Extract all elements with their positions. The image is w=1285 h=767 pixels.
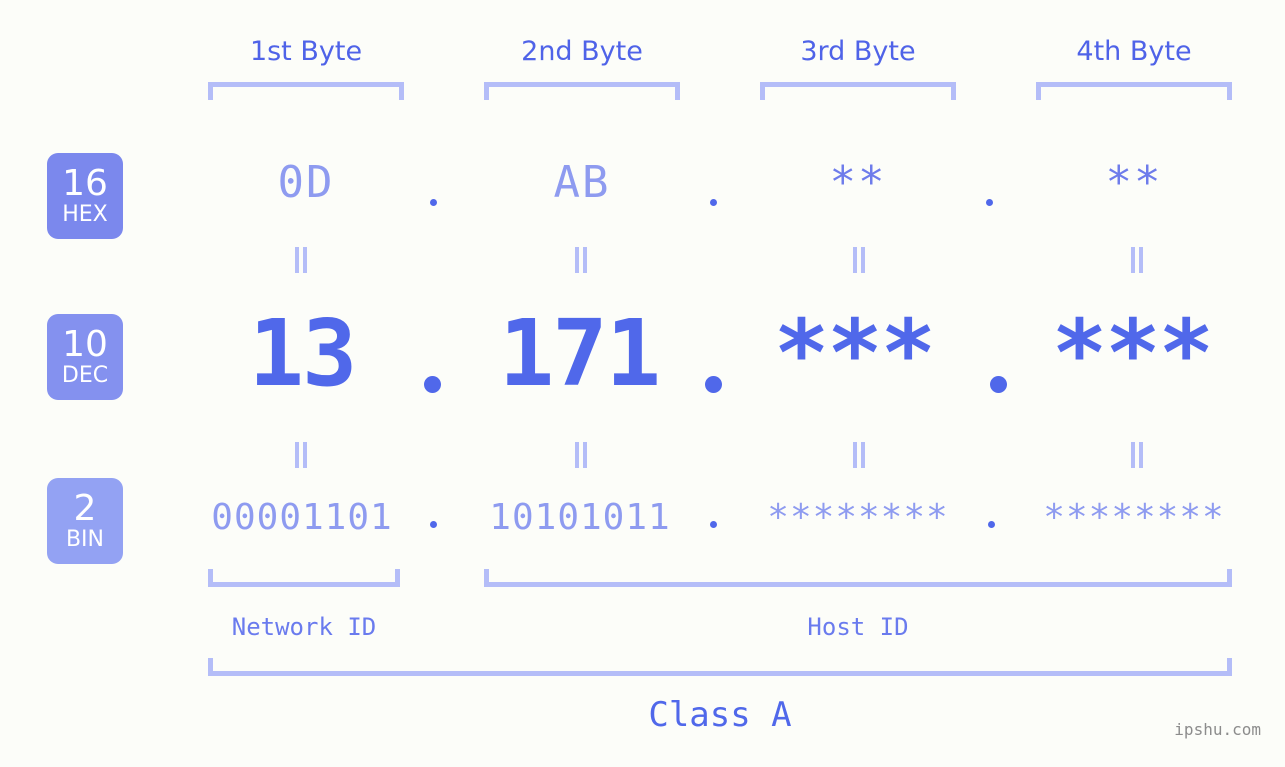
dec-octet-2: 171 bbox=[498, 300, 661, 407]
radix-badge-hex-number: 16 bbox=[62, 163, 108, 204]
host-id-label: Host ID bbox=[807, 613, 909, 641]
bin-separator-1 bbox=[430, 521, 437, 528]
equals-icon-dec-bin-2 bbox=[572, 442, 590, 468]
hex-separator-1 bbox=[430, 199, 437, 206]
bin-octet-4: ******** bbox=[1043, 497, 1225, 538]
byte-header-2: 2nd Byte bbox=[521, 36, 643, 67]
byte-bracket-1 bbox=[208, 82, 404, 100]
equals-icon-hex-dec-4 bbox=[1128, 247, 1146, 273]
radix-badge-dec: 10 DEC bbox=[47, 314, 123, 400]
byte-header-3: 3rd Byte bbox=[800, 36, 916, 67]
equals-icon-hex-dec-3 bbox=[850, 247, 868, 273]
ip-address-breakdown-diagram: 1st Byte 2nd Byte 3rd Byte 4th Byte 16 H… bbox=[0, 0, 1285, 767]
hex-octet-1: 0D bbox=[277, 157, 335, 208]
radix-badge-dec-number: 10 bbox=[62, 324, 108, 365]
host-id-bracket bbox=[484, 569, 1232, 587]
hex-octet-2: AB bbox=[553, 157, 611, 208]
dec-octet-4: *** bbox=[1051, 300, 1214, 407]
radix-badge-bin-number: 2 bbox=[73, 488, 97, 529]
class-bracket bbox=[208, 658, 1232, 676]
byte-bracket-3 bbox=[760, 82, 956, 100]
bin-separator-2 bbox=[710, 521, 717, 528]
bin-octet-1: 00001101 bbox=[211, 497, 393, 538]
equals-icon-dec-bin-4 bbox=[1128, 442, 1146, 468]
hex-separator-3 bbox=[986, 199, 993, 206]
hex-octet-4: ** bbox=[1105, 157, 1163, 208]
byte-header-1: 1st Byte bbox=[249, 36, 363, 67]
dec-octet-1: 13 bbox=[248, 300, 358, 407]
hex-octet-3: ** bbox=[829, 157, 887, 208]
radix-badge-dec-label: DEC bbox=[61, 363, 109, 388]
radix-badge-hex: 16 HEX bbox=[47, 153, 123, 239]
dec-separator-3 bbox=[990, 376, 1007, 393]
radix-badge-hex-label: HEX bbox=[62, 202, 108, 227]
class-label: Class A bbox=[648, 695, 792, 735]
byte-bracket-2 bbox=[484, 82, 680, 100]
byte-header-4: 4th Byte bbox=[1076, 36, 1192, 67]
dec-octet-3: *** bbox=[773, 300, 936, 407]
hex-separator-2 bbox=[710, 199, 717, 206]
equals-icon-hex-dec-1 bbox=[292, 247, 310, 273]
equals-icon-dec-bin-1 bbox=[292, 442, 310, 468]
watermark: ipshu.com bbox=[1174, 720, 1261, 739]
dec-separator-1 bbox=[424, 376, 441, 393]
network-id-bracket bbox=[208, 569, 400, 587]
bin-octet-3: ******** bbox=[767, 497, 949, 538]
bin-octet-2: 10101011 bbox=[489, 497, 671, 538]
equals-icon-dec-bin-3 bbox=[850, 442, 868, 468]
bin-separator-3 bbox=[988, 521, 995, 528]
network-id-label: Network ID bbox=[231, 613, 377, 641]
equals-icon-hex-dec-2 bbox=[572, 247, 590, 273]
radix-badge-bin: 2 BIN bbox=[47, 478, 123, 564]
byte-bracket-4 bbox=[1036, 82, 1232, 100]
radix-badge-bin-label: BIN bbox=[65, 527, 105, 552]
dec-separator-2 bbox=[705, 376, 722, 393]
